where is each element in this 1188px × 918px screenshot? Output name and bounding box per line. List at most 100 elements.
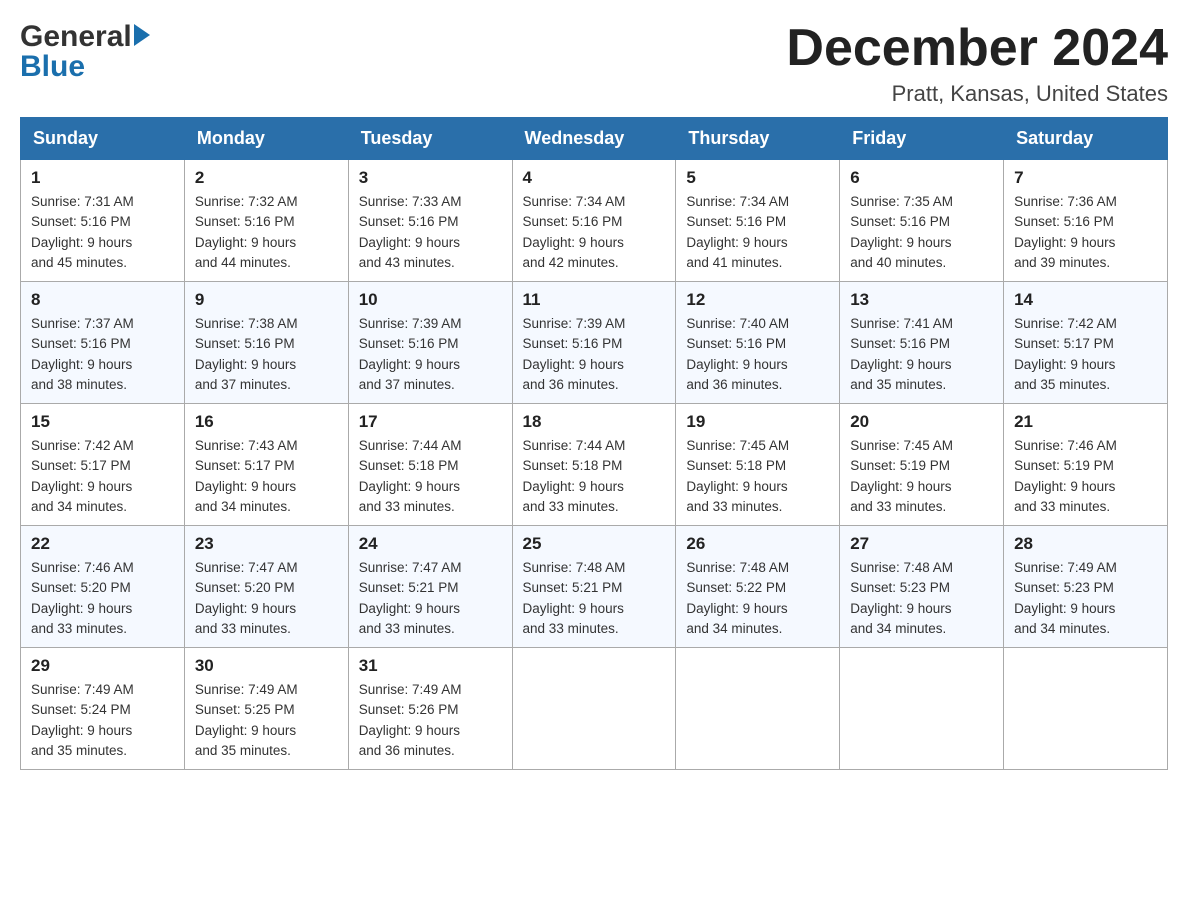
day-info: Sunrise: 7:49 AM Sunset: 5:25 PM Dayligh…	[195, 680, 338, 761]
day-info: Sunrise: 7:35 AM Sunset: 5:16 PM Dayligh…	[850, 192, 993, 273]
header-tuesday: Tuesday	[348, 118, 512, 160]
day-number: 23	[195, 534, 338, 554]
table-row	[840, 648, 1004, 770]
logo-arrow-icon	[134, 24, 150, 46]
day-number: 26	[686, 534, 829, 554]
header-monday: Monday	[184, 118, 348, 160]
day-info: Sunrise: 7:41 AM Sunset: 5:16 PM Dayligh…	[850, 314, 993, 395]
day-number: 13	[850, 290, 993, 310]
day-number: 19	[686, 412, 829, 432]
day-info: Sunrise: 7:34 AM Sunset: 5:16 PM Dayligh…	[523, 192, 666, 273]
weekday-header-row: Sunday Monday Tuesday Wednesday Thursday…	[21, 118, 1168, 160]
day-number: 10	[359, 290, 502, 310]
month-title: December 2024	[786, 20, 1168, 77]
day-number: 18	[523, 412, 666, 432]
table-row: 27 Sunrise: 7:48 AM Sunset: 5:23 PM Dayl…	[840, 526, 1004, 648]
logo-blue: Blue	[20, 50, 150, 84]
day-info: Sunrise: 7:46 AM Sunset: 5:20 PM Dayligh…	[31, 558, 174, 639]
day-info: Sunrise: 7:49 AM Sunset: 5:23 PM Dayligh…	[1014, 558, 1157, 639]
table-row: 24 Sunrise: 7:47 AM Sunset: 5:21 PM Dayl…	[348, 526, 512, 648]
day-number: 24	[359, 534, 502, 554]
day-info: Sunrise: 7:48 AM Sunset: 5:22 PM Dayligh…	[686, 558, 829, 639]
day-number: 16	[195, 412, 338, 432]
day-info: Sunrise: 7:44 AM Sunset: 5:18 PM Dayligh…	[523, 436, 666, 517]
table-row: 31 Sunrise: 7:49 AM Sunset: 5:26 PM Dayl…	[348, 648, 512, 770]
day-number: 7	[1014, 168, 1157, 188]
day-info: Sunrise: 7:39 AM Sunset: 5:16 PM Dayligh…	[359, 314, 502, 395]
table-row	[1004, 648, 1168, 770]
header-thursday: Thursday	[676, 118, 840, 160]
table-row: 5 Sunrise: 7:34 AM Sunset: 5:16 PM Dayli…	[676, 160, 840, 282]
day-number: 3	[359, 168, 502, 188]
location-subtitle: Pratt, Kansas, United States	[786, 81, 1168, 107]
table-row: 2 Sunrise: 7:32 AM Sunset: 5:16 PM Dayli…	[184, 160, 348, 282]
table-row: 30 Sunrise: 7:49 AM Sunset: 5:25 PM Dayl…	[184, 648, 348, 770]
day-number: 1	[31, 168, 174, 188]
day-number: 5	[686, 168, 829, 188]
calendar-week-row: 22 Sunrise: 7:46 AM Sunset: 5:20 PM Dayl…	[21, 526, 1168, 648]
table-row: 20 Sunrise: 7:45 AM Sunset: 5:19 PM Dayl…	[840, 404, 1004, 526]
day-number: 6	[850, 168, 993, 188]
day-info: Sunrise: 7:47 AM Sunset: 5:20 PM Dayligh…	[195, 558, 338, 639]
day-number: 27	[850, 534, 993, 554]
table-row: 13 Sunrise: 7:41 AM Sunset: 5:16 PM Dayl…	[840, 282, 1004, 404]
calendar-week-row: 29 Sunrise: 7:49 AM Sunset: 5:24 PM Dayl…	[21, 648, 1168, 770]
table-row: 15 Sunrise: 7:42 AM Sunset: 5:17 PM Dayl…	[21, 404, 185, 526]
table-row: 3 Sunrise: 7:33 AM Sunset: 5:16 PM Dayli…	[348, 160, 512, 282]
calendar-week-row: 1 Sunrise: 7:31 AM Sunset: 5:16 PM Dayli…	[21, 160, 1168, 282]
day-number: 17	[359, 412, 502, 432]
day-number: 15	[31, 412, 174, 432]
day-info: Sunrise: 7:47 AM Sunset: 5:21 PM Dayligh…	[359, 558, 502, 639]
day-info: Sunrise: 7:42 AM Sunset: 5:17 PM Dayligh…	[1014, 314, 1157, 395]
day-info: Sunrise: 7:48 AM Sunset: 5:23 PM Dayligh…	[850, 558, 993, 639]
table-row: 16 Sunrise: 7:43 AM Sunset: 5:17 PM Dayl…	[184, 404, 348, 526]
day-info: Sunrise: 7:31 AM Sunset: 5:16 PM Dayligh…	[31, 192, 174, 273]
table-row: 7 Sunrise: 7:36 AM Sunset: 5:16 PM Dayli…	[1004, 160, 1168, 282]
header-sunday: Sunday	[21, 118, 185, 160]
table-row: 8 Sunrise: 7:37 AM Sunset: 5:16 PM Dayli…	[21, 282, 185, 404]
table-row: 29 Sunrise: 7:49 AM Sunset: 5:24 PM Dayl…	[21, 648, 185, 770]
day-info: Sunrise: 7:36 AM Sunset: 5:16 PM Dayligh…	[1014, 192, 1157, 273]
table-row: 11 Sunrise: 7:39 AM Sunset: 5:16 PM Dayl…	[512, 282, 676, 404]
day-number: 31	[359, 656, 502, 676]
table-row: 26 Sunrise: 7:48 AM Sunset: 5:22 PM Dayl…	[676, 526, 840, 648]
day-info: Sunrise: 7:42 AM Sunset: 5:17 PM Dayligh…	[31, 436, 174, 517]
table-row: 19 Sunrise: 7:45 AM Sunset: 5:18 PM Dayl…	[676, 404, 840, 526]
table-row: 9 Sunrise: 7:38 AM Sunset: 5:16 PM Dayli…	[184, 282, 348, 404]
day-info: Sunrise: 7:43 AM Sunset: 5:17 PM Dayligh…	[195, 436, 338, 517]
table-row: 21 Sunrise: 7:46 AM Sunset: 5:19 PM Dayl…	[1004, 404, 1168, 526]
day-number: 14	[1014, 290, 1157, 310]
day-info: Sunrise: 7:32 AM Sunset: 5:16 PM Dayligh…	[195, 192, 338, 273]
table-row: 10 Sunrise: 7:39 AM Sunset: 5:16 PM Dayl…	[348, 282, 512, 404]
logo: General Blue	[20, 20, 150, 84]
header-wednesday: Wednesday	[512, 118, 676, 160]
table-row	[676, 648, 840, 770]
day-info: Sunrise: 7:33 AM Sunset: 5:16 PM Dayligh…	[359, 192, 502, 273]
day-number: 25	[523, 534, 666, 554]
day-info: Sunrise: 7:38 AM Sunset: 5:16 PM Dayligh…	[195, 314, 338, 395]
day-number: 12	[686, 290, 829, 310]
table-row: 14 Sunrise: 7:42 AM Sunset: 5:17 PM Dayl…	[1004, 282, 1168, 404]
table-row: 6 Sunrise: 7:35 AM Sunset: 5:16 PM Dayli…	[840, 160, 1004, 282]
day-info: Sunrise: 7:45 AM Sunset: 5:19 PM Dayligh…	[850, 436, 993, 517]
calendar-week-row: 8 Sunrise: 7:37 AM Sunset: 5:16 PM Dayli…	[21, 282, 1168, 404]
title-section: December 2024 Pratt, Kansas, United Stat…	[786, 20, 1168, 107]
table-row: 17 Sunrise: 7:44 AM Sunset: 5:18 PM Dayl…	[348, 404, 512, 526]
day-info: Sunrise: 7:37 AM Sunset: 5:16 PM Dayligh…	[31, 314, 174, 395]
day-number: 2	[195, 168, 338, 188]
day-number: 4	[523, 168, 666, 188]
calendar-table: Sunday Monday Tuesday Wednesday Thursday…	[20, 117, 1168, 770]
day-number: 28	[1014, 534, 1157, 554]
table-row: 28 Sunrise: 7:49 AM Sunset: 5:23 PM Dayl…	[1004, 526, 1168, 648]
page-header: General Blue December 2024 Pratt, Kansas…	[20, 20, 1168, 107]
day-info: Sunrise: 7:46 AM Sunset: 5:19 PM Dayligh…	[1014, 436, 1157, 517]
day-info: Sunrise: 7:44 AM Sunset: 5:18 PM Dayligh…	[359, 436, 502, 517]
day-info: Sunrise: 7:49 AM Sunset: 5:26 PM Dayligh…	[359, 680, 502, 761]
day-number: 20	[850, 412, 993, 432]
table-row: 4 Sunrise: 7:34 AM Sunset: 5:16 PM Dayli…	[512, 160, 676, 282]
day-info: Sunrise: 7:34 AM Sunset: 5:16 PM Dayligh…	[686, 192, 829, 273]
table-row: 1 Sunrise: 7:31 AM Sunset: 5:16 PM Dayli…	[21, 160, 185, 282]
logo-general: General	[20, 20, 132, 54]
table-row: 18 Sunrise: 7:44 AM Sunset: 5:18 PM Dayl…	[512, 404, 676, 526]
header-saturday: Saturday	[1004, 118, 1168, 160]
